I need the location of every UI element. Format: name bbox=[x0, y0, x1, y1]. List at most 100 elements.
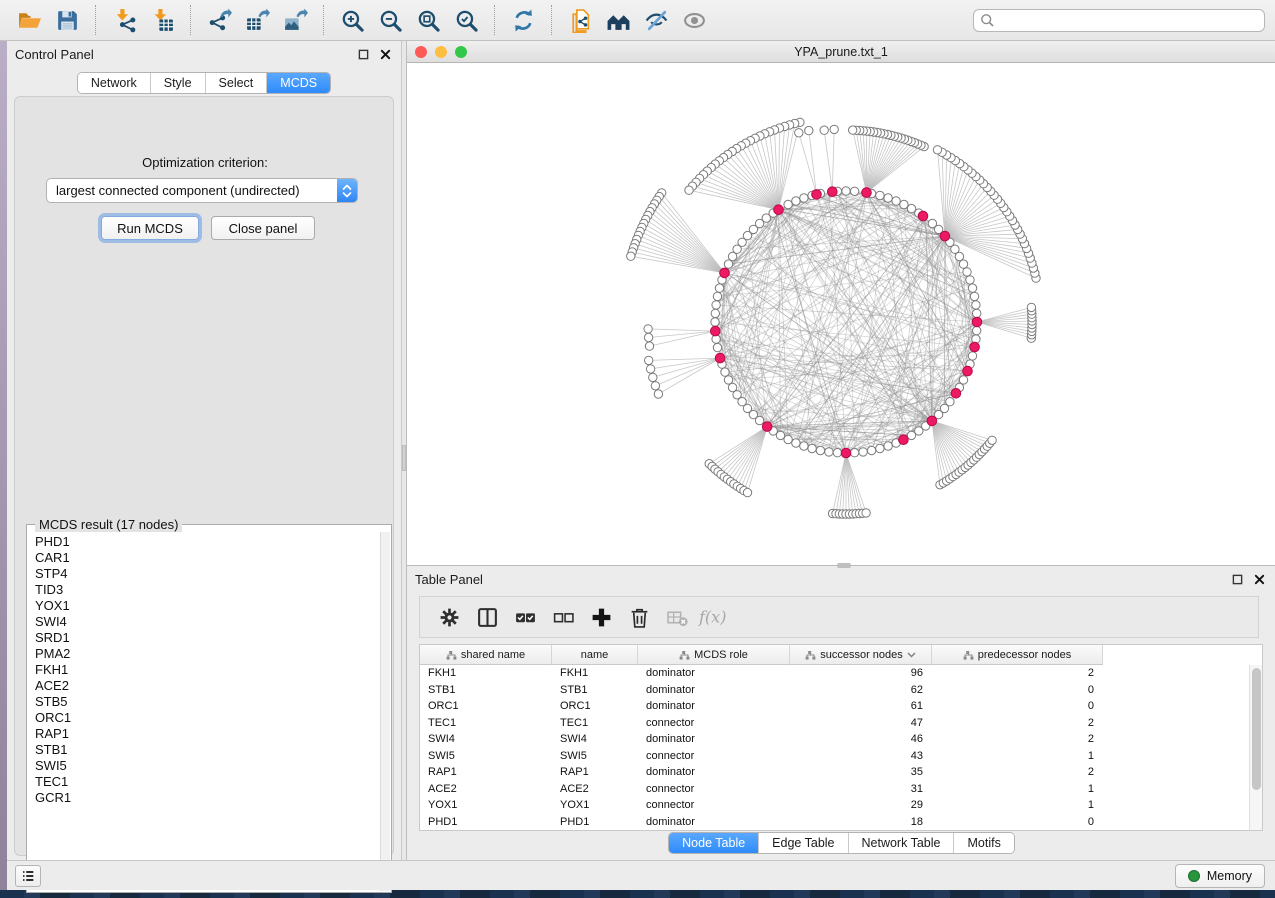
mcds-hub-node[interactable] bbox=[715, 353, 725, 363]
tab-motifs[interactable]: Motifs bbox=[953, 833, 1013, 853]
table-row[interactable]: TEC1TEC1connector472 bbox=[420, 715, 1249, 732]
column-header-MCDS-role[interactable]: MCDS role bbox=[638, 645, 790, 665]
network-node[interactable] bbox=[849, 126, 857, 134]
tab-edge-table[interactable]: Edge Table bbox=[758, 833, 847, 853]
network-node[interactable] bbox=[862, 509, 870, 517]
network-node[interactable] bbox=[816, 446, 824, 454]
zoom-fit-button[interactable] bbox=[411, 4, 445, 36]
hide-graphics-details-button[interactable] bbox=[639, 4, 673, 36]
network-node[interactable] bbox=[776, 431, 784, 439]
network-node[interactable] bbox=[833, 449, 841, 457]
mcds-hub-node[interactable] bbox=[918, 211, 928, 221]
network-node[interactable] bbox=[644, 325, 652, 333]
close-panel-button[interactable] bbox=[377, 46, 393, 62]
tab-network-table[interactable]: Network Table bbox=[848, 833, 954, 853]
network-node[interactable] bbox=[892, 197, 900, 205]
network-node[interactable] bbox=[646, 365, 654, 373]
mcds-result-item[interactable]: TEC1 bbox=[35, 774, 379, 790]
mcds-result-item[interactable]: CAR1 bbox=[35, 550, 379, 566]
network-node[interactable] bbox=[907, 204, 915, 212]
show-graphics-details-button[interactable] bbox=[677, 4, 711, 36]
mcds-hub-node[interactable] bbox=[711, 326, 721, 336]
task-history-button[interactable] bbox=[15, 865, 41, 887]
network-node[interactable] bbox=[820, 126, 828, 134]
network-node[interactable] bbox=[743, 488, 751, 496]
network-node[interactable] bbox=[649, 373, 657, 381]
float-table-panel-button[interactable] bbox=[1229, 571, 1245, 587]
mcds-result-item[interactable]: TID3 bbox=[35, 582, 379, 598]
mcds-result-item[interactable]: STB1 bbox=[35, 742, 379, 758]
network-node[interactable] bbox=[830, 125, 838, 133]
table-row[interactable]: FKH1FKH1dominator962 bbox=[420, 665, 1249, 682]
network-node[interactable] bbox=[721, 368, 729, 376]
tab-mcds[interactable]: MCDS bbox=[266, 73, 330, 93]
network-node[interactable] bbox=[711, 318, 719, 326]
mcds-hub-node[interactable] bbox=[720, 268, 730, 278]
mcds-result-item[interactable]: ACE2 bbox=[35, 678, 379, 694]
network-node[interactable] bbox=[728, 252, 736, 260]
network-node[interactable] bbox=[808, 444, 816, 452]
network-node[interactable] bbox=[792, 197, 800, 205]
mcds-result-item[interactable]: STB5 bbox=[35, 694, 379, 710]
function-builder-button[interactable]: f(x) bbox=[698, 600, 732, 634]
network-titlebar[interactable]: YPA_prune.txt_1 bbox=[407, 41, 1275, 63]
table-panel-splitter-handle[interactable] bbox=[837, 563, 851, 568]
mcds-hub-node[interactable] bbox=[774, 205, 784, 215]
network-node[interactable] bbox=[792, 439, 800, 447]
network-node[interactable] bbox=[644, 333, 652, 341]
network-node[interactable] bbox=[850, 449, 858, 457]
close-panel-action-button[interactable]: Close panel bbox=[211, 216, 315, 240]
network-node[interactable] bbox=[805, 126, 813, 134]
save-session-button[interactable] bbox=[50, 4, 84, 36]
network-node[interactable] bbox=[959, 260, 967, 268]
add-column-button[interactable] bbox=[584, 600, 618, 634]
mcds-hub-node[interactable] bbox=[841, 448, 851, 458]
network-node[interactable] bbox=[724, 260, 732, 268]
network-node[interactable] bbox=[627, 252, 635, 260]
mcds-hub-node[interactable] bbox=[899, 435, 909, 445]
table-options-button[interactable] bbox=[432, 600, 466, 634]
zoom-in-button[interactable] bbox=[335, 4, 369, 36]
network-node[interactable] bbox=[825, 448, 833, 456]
network-file-button[interactable] bbox=[563, 4, 597, 36]
network-node[interactable] bbox=[988, 436, 996, 444]
column-header-name[interactable]: name bbox=[552, 645, 638, 665]
zoom-selected-button[interactable] bbox=[449, 4, 483, 36]
deselect-all-button[interactable] bbox=[546, 600, 580, 634]
column-header-predecessor-nodes[interactable]: predecessor nodes bbox=[932, 645, 1103, 665]
mcds-hub-node[interactable] bbox=[762, 422, 772, 432]
network-node[interactable] bbox=[850, 187, 858, 195]
mcds-result-item[interactable]: YOX1 bbox=[35, 598, 379, 614]
network-node[interactable] bbox=[795, 129, 803, 137]
network-node[interactable] bbox=[968, 352, 976, 360]
table-row[interactable]: ACE2ACE2connector311 bbox=[420, 781, 1249, 798]
column-header-shared-name[interactable]: shared name bbox=[420, 645, 552, 665]
mcds-result-item[interactable]: PMA2 bbox=[35, 646, 379, 662]
overview-button[interactable] bbox=[601, 4, 635, 36]
mcds-result-item[interactable]: SRD1 bbox=[35, 630, 379, 646]
float-panel-button[interactable] bbox=[355, 46, 371, 62]
mcds-result-item[interactable]: SWI5 bbox=[35, 758, 379, 774]
network-node[interactable] bbox=[712, 301, 720, 309]
refresh-layout-button[interactable] bbox=[506, 4, 540, 36]
table-row[interactable]: SWI4SWI4dominator462 bbox=[420, 731, 1249, 748]
network-node[interactable] bbox=[645, 356, 653, 364]
mcds-result-item[interactable]: PHD1 bbox=[35, 534, 379, 550]
network-node[interactable] bbox=[724, 376, 732, 384]
network-node[interactable] bbox=[968, 284, 976, 292]
mcds-hub-node[interactable] bbox=[963, 366, 973, 376]
network-node[interactable] bbox=[800, 194, 808, 202]
run-mcds-button[interactable]: Run MCDS bbox=[101, 216, 199, 240]
clear-table-button[interactable] bbox=[660, 600, 694, 634]
export-table-button[interactable] bbox=[240, 4, 274, 36]
network-node[interactable] bbox=[973, 326, 981, 334]
network-node[interactable] bbox=[685, 186, 693, 194]
show-columns-button[interactable] bbox=[470, 600, 504, 634]
table-row[interactable]: SWI5SWI5connector431 bbox=[420, 748, 1249, 765]
open-file-button[interactable] bbox=[12, 4, 46, 36]
network-node[interactable] bbox=[876, 444, 884, 452]
table-row[interactable]: RAP1RAP1dominator352 bbox=[420, 764, 1249, 781]
mcds-result-item[interactable]: SWI4 bbox=[35, 614, 379, 630]
network-node[interactable] bbox=[972, 301, 980, 309]
select-all-button[interactable] bbox=[508, 600, 542, 634]
